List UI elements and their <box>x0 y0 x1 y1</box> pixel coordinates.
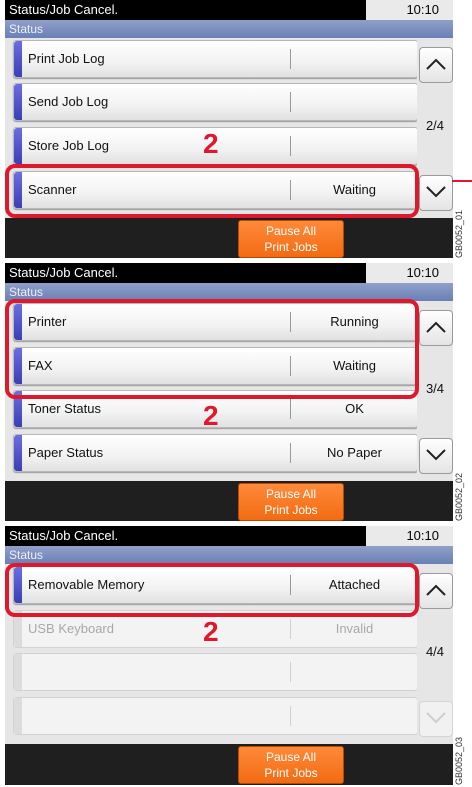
figure-code: GB0052_02 <box>454 472 464 521</box>
clock: 10:10 <box>406 265 439 280</box>
scroll-column: 2/4 <box>417 38 453 218</box>
figure-code: GB0052_03 <box>454 736 464 785</box>
highlight-frame <box>5 299 419 399</box>
list-item-paper-status[interactable]: Paper Status No Paper <box>13 434 418 472</box>
scroll-up-button[interactable] <box>419 310 453 346</box>
footer-bar: Pause All Print Jobs <box>5 481 453 521</box>
chevron-down-icon <box>426 712 446 724</box>
screen-title: Status/Job Cancel. <box>9 528 119 543</box>
list-item-print-job-log[interactable]: Print Job Log <box>13 40 418 78</box>
clock: 10:10 <box>406 2 439 17</box>
chevron-down-icon <box>426 186 446 198</box>
page-indicator: 4/4 <box>425 644 445 659</box>
title-bar: Status/Job Cancel. 10:10 <box>5 263 453 283</box>
scroll-down-button[interactable] <box>419 438 453 474</box>
list-item-empty <box>13 653 418 691</box>
chevron-up-icon <box>426 58 446 70</box>
chevron-up-icon <box>426 584 446 596</box>
highlight-frame <box>5 164 419 218</box>
scroll-column: 3/4 <box>417 301 453 481</box>
status-tab: Status <box>5 20 453 38</box>
list-item-empty <box>13 697 418 735</box>
title-bar: Status/Job Cancel. 10:10 <box>5 0 453 20</box>
page-indicator: 3/4 <box>425 381 445 396</box>
scroll-down-button[interactable] <box>419 175 453 211</box>
title-bar: Status/Job Cancel. 10:10 <box>5 526 453 546</box>
footer-bar: Pause All Print Jobs <box>5 218 453 258</box>
highlight-frame <box>5 563 419 617</box>
chevron-up-icon <box>426 321 446 333</box>
scroll-up-button[interactable] <box>419 573 453 609</box>
screen-title: Status/Job Cancel. <box>9 265 119 280</box>
scroll-down-button <box>419 701 453 737</box>
leader-line <box>452 180 472 182</box>
pause-all-print-jobs-button[interactable]: Pause All Print Jobs <box>238 220 344 258</box>
screen-title: Status/Job Cancel. <box>9 2 119 17</box>
figure-code: GB0052_01 <box>454 209 464 258</box>
chevron-down-icon <box>426 449 446 461</box>
status-tab: Status <box>5 546 453 564</box>
pause-all-print-jobs-button[interactable]: Pause All Print Jobs <box>238 746 344 784</box>
scroll-column: 4/4 <box>417 564 453 744</box>
list-item-send-job-log[interactable]: Send Job Log <box>13 83 418 121</box>
callout-number: 2 <box>203 128 219 159</box>
callout-number: 2 <box>203 616 219 647</box>
page-indicator: 2/4 <box>425 118 445 133</box>
status-screen-1: Status/Job Cancel. 10:10 Status Print Jo… <box>5 0 453 258</box>
clock: 10:10 <box>406 528 439 543</box>
callout-number: 2 <box>203 400 219 431</box>
scroll-up-button[interactable] <box>419 47 453 83</box>
pause-all-print-jobs-button[interactable]: Pause All Print Jobs <box>238 483 344 521</box>
footer-bar: Pause All Print Jobs <box>5 744 453 784</box>
